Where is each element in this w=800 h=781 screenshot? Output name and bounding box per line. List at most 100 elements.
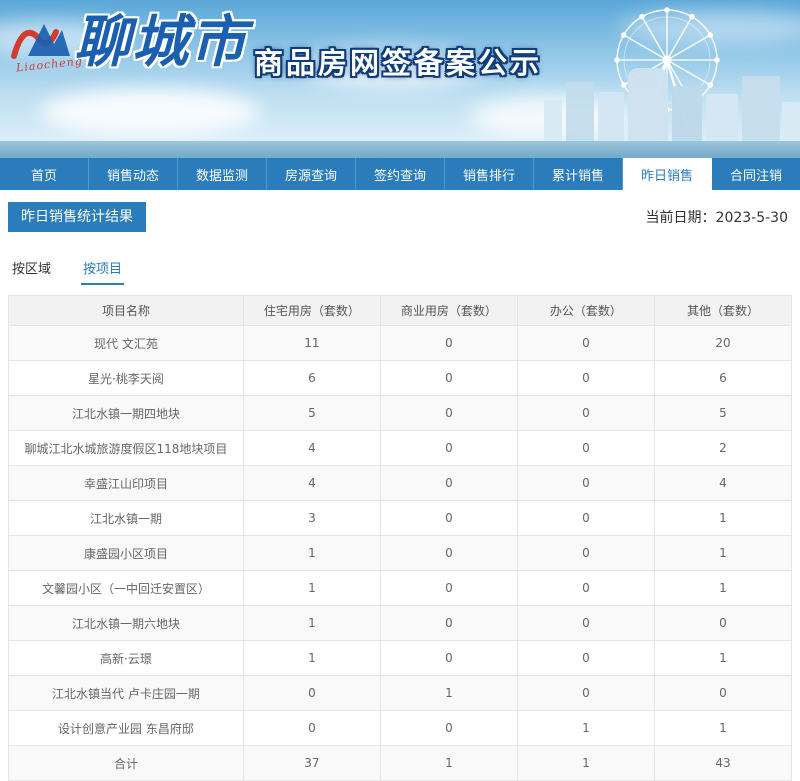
- column-header: 商业用房（套数）: [379, 295, 518, 326]
- value-cell: 0: [242, 675, 381, 711]
- nav-item-sales-activity[interactable]: 销售动态: [89, 158, 178, 190]
- site-banner: Liaocheng 聊城市 商品房网签备案公示: [0, 0, 800, 158]
- value-cell: 6: [242, 360, 381, 396]
- table-row: 幸盛江山印项目 4 0 0 4: [8, 465, 793, 501]
- value-cell: 1: [516, 745, 655, 781]
- table-row: 设计创意产业园 东昌府邸 0 0 1 1: [8, 710, 793, 746]
- column-header: 住宅用房（套数）: [242, 295, 381, 326]
- value-cell: 0: [379, 430, 518, 466]
- value-cell: 1: [242, 535, 381, 571]
- value-cell: 0: [516, 430, 655, 466]
- site-logo: Liaocheng 聊城市 商品房网签备案公示: [10, 14, 542, 82]
- value-cell: 43: [653, 745, 793, 781]
- table-row: 江北水镇当代 卢卡庄园一期 0 1 0 0: [8, 675, 793, 711]
- water-decoration: [0, 141, 800, 158]
- nav-item-data-monitor[interactable]: 数据监测: [178, 158, 267, 190]
- value-cell: 0: [653, 605, 793, 641]
- table-row: 江北水镇一期六地块 1 0 0 0: [8, 605, 793, 641]
- value-cell: 0: [516, 640, 655, 676]
- main-content: 昨日销售统计结果 当前日期：2023-5-30 按区域 按项目 项目名称 住宅用房…: [0, 190, 800, 781]
- project-name-cell: 康盛园小区项目: [8, 535, 244, 571]
- nav-item-sales-ranking[interactable]: 销售排行: [445, 158, 534, 190]
- value-cell: 0: [516, 605, 655, 641]
- section-title-badge: 昨日销售统计结果: [8, 202, 146, 232]
- value-cell: 4: [242, 430, 381, 466]
- project-name-cell: 高新·云璟: [8, 640, 244, 676]
- value-cell: 0: [516, 325, 655, 361]
- value-cell: 0: [379, 710, 518, 746]
- value-cell: 0: [379, 535, 518, 571]
- value-cell: 0: [516, 535, 655, 571]
- logo-city-text: 聊城市: [74, 9, 248, 75]
- value-cell: 4: [242, 465, 381, 501]
- table-row: 高新·云璟 1 0 0 1: [8, 640, 793, 676]
- value-cell: 1: [516, 710, 655, 746]
- table-row: 现代 文汇苑 11 0 0 20: [8, 325, 793, 361]
- yesterday-sales-table: 项目名称 住宅用房（套数） 商业用房（套数） 办公（套数） 其他（套数） 现代 文汇苑 1…: [8, 295, 793, 781]
- table-header-row: 项目名称 住宅用房（套数） 商业用房（套数） 办公（套数） 其他（套数）: [8, 295, 793, 326]
- table-row: 江北水镇一期 3 0 0 1: [8, 500, 793, 536]
- value-cell: 1: [653, 570, 793, 606]
- value-cell: 1: [653, 500, 793, 536]
- project-name-cell: 文馨园小区（一中回迁安置区）: [8, 570, 244, 606]
- value-cell: 20: [653, 325, 793, 361]
- value-cell: 0: [379, 465, 518, 501]
- value-cell: 0: [379, 640, 518, 676]
- project-name-cell: 设计创意产业园 东昌府邸: [8, 710, 244, 746]
- nav-item-contract-cancel[interactable]: 合同注销: [712, 158, 800, 190]
- value-cell: 1: [379, 745, 518, 781]
- project-name-cell: 江北水镇当代 卢卡庄园一期: [8, 675, 244, 711]
- value-cell: 0: [379, 395, 518, 431]
- value-cell: 1: [242, 570, 381, 606]
- project-name-cell: 聊城江北水城旅游度假区118地块项目: [8, 430, 244, 466]
- value-cell: 6: [653, 360, 793, 396]
- value-cell: 1: [653, 535, 793, 571]
- value-cell: 5: [653, 395, 793, 431]
- table-row: 文馨园小区（一中回迁安置区） 1 0 0 1: [8, 570, 793, 606]
- column-header: 项目名称: [8, 295, 244, 326]
- column-header: 办公（套数）: [516, 295, 655, 326]
- table-row: 聊城江北水城旅游度假区118地块项目 4 0 0 2: [8, 430, 793, 466]
- value-cell: 1: [653, 640, 793, 676]
- title-row: 昨日销售统计结果 当前日期：2023-5-30: [8, 202, 792, 232]
- nav-item-listing-query[interactable]: 房源查询: [267, 158, 356, 190]
- value-cell: 0: [379, 360, 518, 396]
- table-row: 康盛园小区项目 1 0 0 1: [8, 535, 793, 571]
- value-cell: 0: [379, 570, 518, 606]
- project-name-cell: 江北水镇一期六地块: [8, 605, 244, 641]
- value-cell: 1: [242, 605, 381, 641]
- value-cell: 0: [516, 360, 655, 396]
- table-row-total: 合计 37 1 1 43: [8, 745, 793, 781]
- value-cell: 0: [653, 675, 793, 711]
- tab-by-project[interactable]: 按项目: [81, 252, 125, 285]
- site-title: 商品房网签备案公示: [254, 46, 543, 80]
- project-name-cell: 幸盛江山印项目: [8, 465, 244, 501]
- value-cell: 1: [242, 640, 381, 676]
- value-cell: 3: [242, 500, 381, 536]
- current-date-label: 当前日期：: [645, 210, 716, 226]
- value-cell: 0: [516, 465, 655, 501]
- nav-item-yesterday-sales[interactable]: 昨日销售: [623, 158, 712, 190]
- table-row: 江北水镇一期四地块 5 0 0 5: [8, 395, 793, 431]
- project-name-cell: 江北水镇一期四地块: [8, 395, 244, 431]
- value-cell: 0: [379, 325, 518, 361]
- table-row: 星光·桃李天阅 6 0 0 6: [8, 360, 793, 396]
- current-date-value: 2023-5-30: [715, 210, 788, 226]
- value-cell: 4: [653, 465, 793, 501]
- value-cell: 11: [242, 325, 381, 361]
- nav-item-home[interactable]: 首页: [0, 158, 89, 190]
- value-cell: 37: [242, 745, 381, 781]
- current-date: 当前日期：2023-5-30: [646, 207, 792, 227]
- nav-item-cumulative-sales[interactable]: 累计销售: [534, 158, 623, 190]
- project-name-cell: 现代 文汇苑: [8, 325, 244, 361]
- tab-by-region[interactable]: 按区域: [10, 252, 53, 285]
- cloud-decoration: [40, 88, 260, 136]
- value-cell: 0: [379, 605, 518, 641]
- value-cell: 0: [516, 500, 655, 536]
- value-cell: 0: [516, 675, 655, 711]
- project-name-cell: 合计: [8, 745, 244, 781]
- nav-item-contract-query[interactable]: 签约查询: [356, 158, 445, 190]
- value-cell: 0: [516, 395, 655, 431]
- main-nav: 首页 销售动态 数据监测 房源查询 签约查询 销售排行 累计销售 昨日销售 合同…: [0, 158, 800, 190]
- value-cell: 0: [242, 710, 381, 746]
